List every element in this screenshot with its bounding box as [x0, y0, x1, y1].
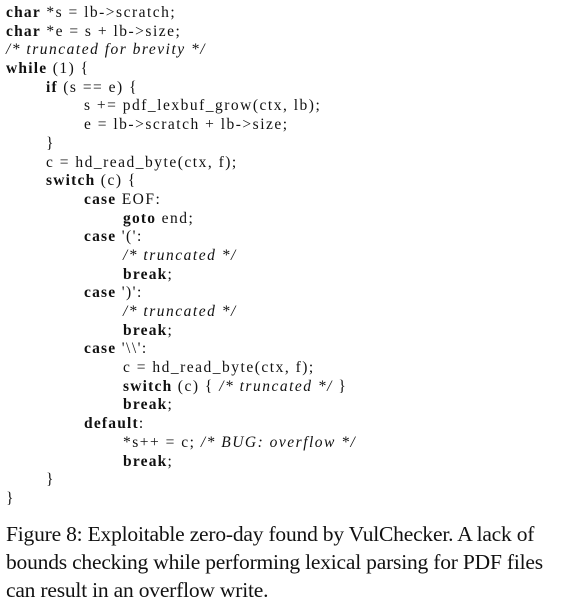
code-keyword: if — [46, 78, 58, 96]
code-text: } — [46, 471, 55, 489]
code-text: ; — [167, 265, 174, 283]
code-keyword: break — [123, 396, 168, 414]
code-text: ')': — [116, 284, 143, 302]
code-line: case '\\': — [6, 340, 566, 359]
figure-caption: Figure 8: Exploitable zero-day found by … — [6, 522, 543, 602]
code-keyword: case — [84, 284, 117, 302]
code-line: case '(': — [6, 228, 566, 247]
code-comment: /* truncated */ — [123, 303, 237, 320]
code-line: switch (c) { /* truncated */ } — [6, 378, 566, 397]
code-listing: char *s = lb->scratch; char *e = s + lb->… — [6, 4, 566, 509]
code-line: char *s = lb->scratch; — [6, 4, 566, 23]
code-line: while (1) { — [6, 60, 566, 79]
code-line: c = hd_read_byte(ctx, f); — [6, 359, 566, 378]
code-line: case EOF: — [6, 191, 566, 210]
code-text: c = hd_read_byte(ctx, f); — [123, 359, 315, 377]
code-text: (c) { — [172, 377, 220, 395]
code-line: /* truncated for brevity */ — [6, 41, 566, 60]
code-line: case ')': — [6, 284, 566, 303]
code-text: *s++ = c; — [123, 433, 201, 451]
code-line: } — [6, 471, 566, 490]
code-text: EOF: — [116, 190, 162, 208]
code-line: c = hd_read_byte(ctx, f); — [6, 154, 566, 173]
code-keyword: break — [123, 265, 168, 283]
code-keyword: case — [84, 228, 117, 246]
code-line: s += pdf_lexbuf_grow(ctx, lb); — [6, 97, 566, 116]
code-keyword: break — [123, 321, 168, 339]
code-text: *e = s + lb->size; — [40, 22, 182, 40]
code-text: '\\': — [116, 340, 148, 358]
code-text: } — [46, 134, 55, 152]
code-line: *s++ = c; /* BUG: overflow */ — [6, 434, 566, 453]
code-text: c = hd_read_byte(ctx, f); — [46, 153, 238, 171]
code-text: ; — [167, 396, 174, 414]
code-line: break; — [6, 396, 566, 415]
code-comment: /* truncated for brevity */ — [6, 41, 207, 59]
code-text: (c) { — [95, 172, 137, 190]
code-text: } — [332, 377, 348, 395]
code-line: break; — [6, 453, 566, 472]
code-line: if (s == e) { — [6, 79, 566, 98]
code-line: /* truncated */ — [6, 303, 566, 322]
code-comment: /* truncated */ — [123, 246, 237, 264]
code-line: char *e = s + lb->size; — [6, 23, 566, 42]
code-text: : — [138, 415, 145, 433]
code-keyword: char — [6, 22, 41, 40]
code-keyword: case — [84, 340, 117, 358]
code-text: e = lb->scratch + lb->size; — [84, 116, 289, 134]
code-keyword: char — [6, 4, 41, 21]
code-keyword: switch — [123, 377, 173, 395]
code-keyword: break — [123, 452, 168, 470]
code-keyword: default — [84, 415, 139, 433]
code-text: } — [6, 489, 15, 507]
code-comment: /* BUG: overflow */ — [200, 433, 357, 451]
code-text: (1) { — [47, 60, 90, 78]
code-line: } — [6, 135, 566, 154]
code-text: (s == e) { — [57, 78, 139, 96]
code-line: break; — [6, 322, 566, 341]
code-line: break; — [6, 266, 566, 285]
code-line: default: — [6, 415, 566, 434]
code-text: end; — [156, 209, 195, 227]
code-text: ; — [167, 321, 174, 339]
code-line: switch (c) { — [6, 172, 566, 191]
code-text: ; — [167, 452, 174, 470]
code-line: e = lb->scratch + lb->size; — [6, 116, 566, 135]
code-text: s += pdf_lexbuf_grow(ctx, lb); — [84, 97, 322, 115]
code-comment: /* truncated */ — [219, 377, 333, 395]
code-line: } — [6, 490, 566, 509]
code-text: '(': — [116, 228, 143, 246]
code-text: *s = lb->scratch; — [40, 4, 177, 21]
code-keyword: case — [84, 190, 117, 208]
code-line: goto end; — [6, 210, 566, 229]
code-keyword: switch — [46, 172, 96, 190]
code-line: /* truncated */ — [6, 247, 566, 266]
code-keyword: goto — [123, 209, 157, 227]
code-keyword: while — [6, 60, 48, 78]
